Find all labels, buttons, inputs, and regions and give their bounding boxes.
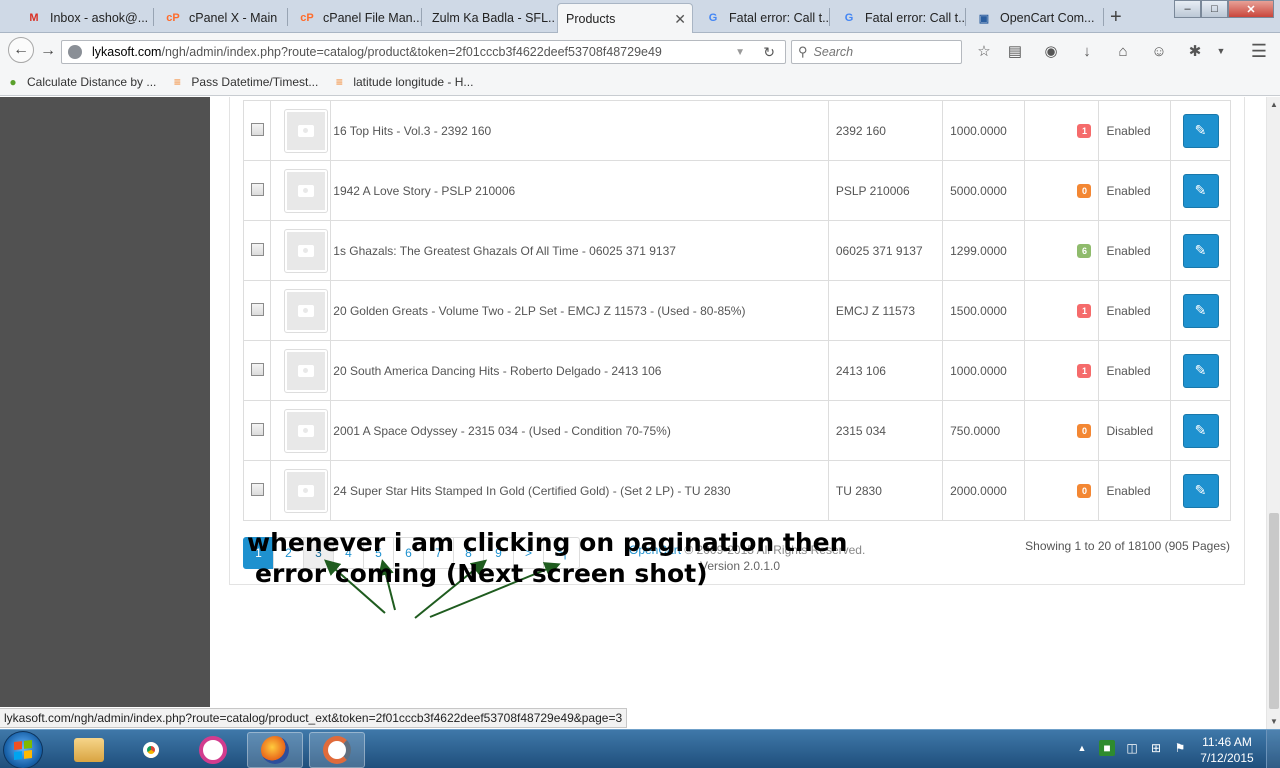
annotation-line-2: error coming (Next screen shot) [255, 559, 708, 588]
status-link-preview: lykasoft.com/ngh/admin/index.php?route=c… [0, 708, 628, 728]
network-app-icon[interactable] [185, 732, 241, 768]
explorer-icon[interactable] [61, 732, 117, 768]
app-icon[interactable] [309, 732, 365, 768]
taskbar: ▲ ■ ◫ ⊞ ⚑ 11:46 AM 7/12/2015 [0, 729, 1280, 768]
action-center-icon[interactable]: ⚑ [1172, 740, 1188, 756]
start-button[interactable] [3, 731, 43, 768]
network-icon[interactable]: ◫ [1124, 740, 1140, 756]
show-desktop-button[interactable] [1266, 730, 1280, 768]
tray-expand-icon[interactable]: ▲ [1074, 740, 1090, 756]
chrome-icon[interactable] [123, 732, 179, 768]
annotation-line-1: whenever i am clicking on pagination the… [247, 528, 848, 557]
scrollbar-thumb[interactable] [1269, 513, 1279, 709]
clock[interactable]: 11:46 AM 7/12/2015 [1196, 734, 1258, 766]
clock-date: 7/12/2015 [1200, 751, 1254, 765]
tray-app-icon[interactable]: ■ [1099, 740, 1115, 756]
firefox-icon[interactable] [247, 732, 303, 768]
annotation-note: whenever i am clicking on pagination the… [247, 527, 847, 589]
annotation-arrows [323, 559, 561, 619]
vertical-scrollbar[interactable]: ▲ ▼ [1266, 97, 1280, 729]
windows-logo-icon [14, 740, 32, 760]
windows-tray-icon[interactable]: ⊞ [1148, 740, 1164, 756]
clock-time: 11:46 AM [1202, 735, 1252, 749]
scroll-up-icon[interactable]: ▲ [1267, 100, 1280, 109]
scroll-down-icon[interactable]: ▼ [1267, 717, 1280, 726]
